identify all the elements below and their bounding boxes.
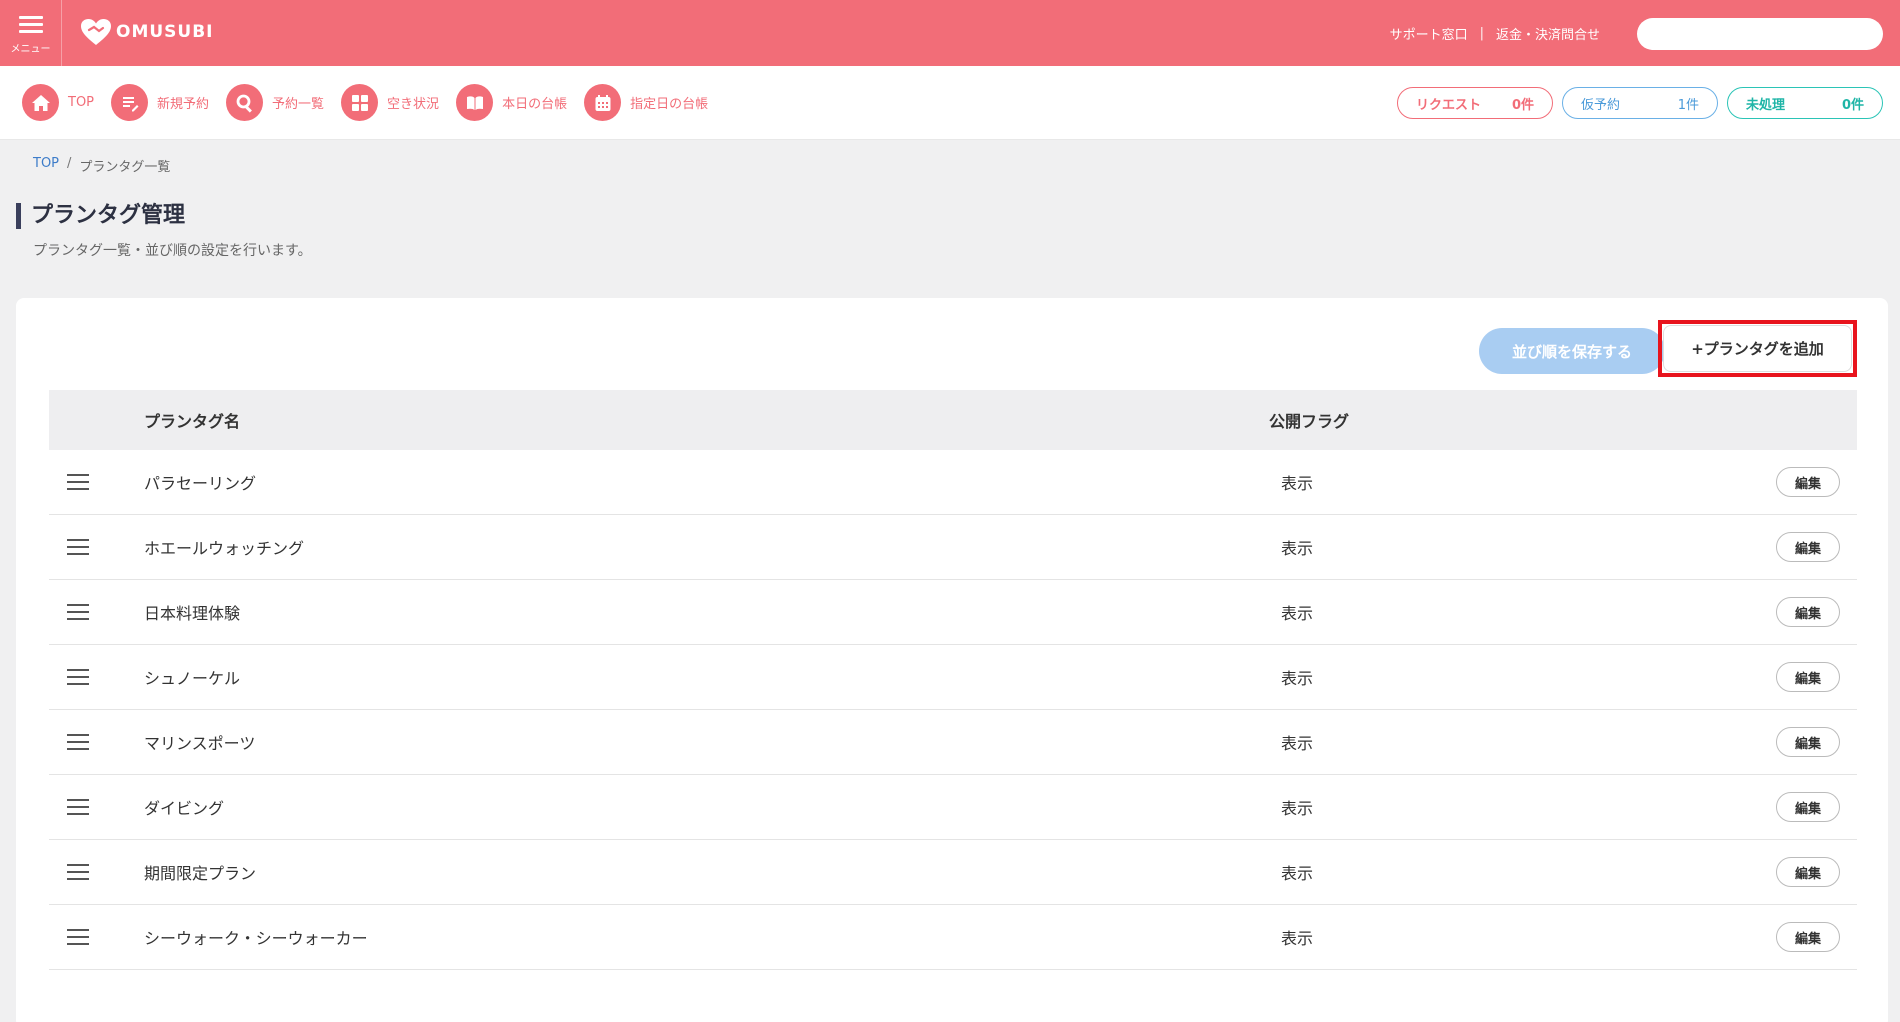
home-icon [22, 84, 59, 121]
refund-inquiry-link[interactable]: 返金・決済問合せ [1496, 24, 1600, 43]
nav-label-top: TOP [68, 95, 95, 110]
menu-button[interactable]: メニュー [0, 0, 62, 66]
unprocessed-label: 未処理 [1746, 97, 1786, 113]
hamburger-icon [18, 12, 43, 37]
nav-label-new-reservation: 新規予約 [157, 97, 210, 112]
page-title: プランタグ管理 [16, 203, 185, 229]
top-links: サポート窓口 | 返金・決済問合せ [1390, 24, 1600, 43]
tag-name-cell: 日本料理体験 [144, 604, 241, 623]
search-icon [226, 84, 264, 121]
nav-item-availability[interactable]: 空き状況 [341, 84, 439, 121]
edit-icon [111, 84, 149, 121]
table-row: 日本料理体験 表示 編集 [49, 580, 1857, 645]
breadcrumb-current: プランタグ一覧 [79, 160, 171, 175]
edit-button[interactable]: 編集 [1776, 532, 1840, 562]
nav-label-availability: 空き状況 [387, 97, 440, 112]
tag-name-cell: シュノーケル [144, 669, 241, 688]
drag-handle-icon[interactable] [67, 859, 89, 885]
logo[interactable]: OMUSUBI [80, 18, 214, 46]
drag-handle-icon[interactable] [67, 599, 89, 625]
nav-label-reservation-list: 予約一覧 [272, 97, 325, 112]
public-flag-cell: 表示 [1281, 799, 1314, 818]
breadcrumb-top-link[interactable]: TOP [33, 156, 59, 175]
public-flag-cell: 表示 [1281, 539, 1314, 558]
drag-handle-icon[interactable] [67, 469, 89, 495]
plan-tag-table: プランタグ名 公開フラグ パラセーリング 表示 編集 ホエールウォッチング 表示 編集 日本… [49, 390, 1857, 970]
drag-handle-icon[interactable] [67, 924, 89, 950]
menu-label: メニュー [10, 43, 51, 55]
support-link[interactable]: サポート窓口 [1390, 24, 1468, 43]
temp-reservation-count: 1件 [1677, 97, 1699, 113]
breadcrumb: TOP / プランタグ一覧 [33, 156, 170, 175]
unprocessed-pill[interactable]: 未処理 0件 [1727, 87, 1883, 119]
drag-handle-icon[interactable] [67, 794, 89, 820]
public-flag-cell: 表示 [1281, 734, 1314, 753]
header-tag-name: プランタグ名 [144, 412, 241, 431]
edit-button[interactable]: 編集 [1776, 792, 1840, 822]
table-row: ダイビング 表示 編集 [49, 775, 1857, 840]
tag-name-cell: ダイビング [144, 799, 225, 818]
table-row: シュノーケル 表示 編集 [49, 645, 1857, 710]
nav-item-today-ledger[interactable]: 本日の台帳 [456, 84, 567, 121]
breadcrumb-separator: / [67, 156, 72, 171]
nav-label-today-ledger: 本日の台帳 [502, 97, 568, 112]
grid-icon [341, 84, 379, 121]
drag-handle-icon[interactable] [67, 729, 89, 755]
table-row: パラセーリング 表示 編集 [49, 450, 1857, 515]
public-flag-cell: 表示 [1281, 864, 1314, 883]
tag-name-cell: ホエールウォッチング [144, 539, 305, 558]
table-row: シーウォーク・シーウォーカー 表示 編集 [49, 905, 1857, 970]
public-flag-cell: 表示 [1281, 474, 1314, 493]
tag-name-cell: マリンスポーツ [144, 734, 256, 753]
temp-reservation-label: 仮予約 [1581, 97, 1621, 113]
nav-item-date-ledger[interactable]: 指定日の台帳 [584, 84, 708, 121]
edit-button[interactable]: 編集 [1776, 922, 1840, 952]
edit-button[interactable]: 編集 [1776, 467, 1840, 497]
save-order-button[interactable]: 並び順を保存する [1479, 328, 1665, 374]
nav-item-reservation-list[interactable]: 予約一覧 [226, 84, 324, 121]
logo-text: OMUSUBI [116, 22, 214, 42]
table-row: マリンスポーツ 表示 編集 [49, 710, 1857, 775]
nav-item-new-reservation[interactable]: 新規予約 [111, 84, 209, 121]
edit-button[interactable]: 編集 [1776, 662, 1840, 692]
drag-handle-icon[interactable] [67, 534, 89, 560]
nav-label-date-ledger: 指定日の台帳 [630, 97, 709, 112]
calendar-icon [584, 84, 622, 121]
request-status-pill[interactable]: リクエスト 0件 [1397, 87, 1553, 119]
header-search-input[interactable] [1637, 18, 1883, 50]
nav-item-top[interactable]: TOP [22, 84, 94, 121]
edit-button[interactable]: 編集 [1776, 597, 1840, 627]
book-icon [456, 84, 494, 121]
request-label: リクエスト [1416, 97, 1482, 113]
page-description: プランタグ一覧・並び順の設定を行います。 [33, 243, 312, 259]
tag-name-cell: パラセーリング [144, 474, 257, 493]
top-header: メニュー OMUSUBI サポート窓口 | 返金・決済問合せ [0, 0, 1900, 66]
request-count: 0件 [1511, 97, 1534, 113]
temp-reservation-pill[interactable]: 仮予約 1件 [1562, 87, 1718, 119]
header-public-flag: 公開フラグ [1269, 412, 1350, 431]
content-card: 並び順を保存する +プランタグを追加 プランタグ名 公開フラグ パラセーリング表… [16, 298, 1888, 1022]
edit-button[interactable]: 編集 [1776, 727, 1840, 757]
tag-name-cell: シーウォーク・シーウォーカー [144, 929, 368, 948]
public-flag-cell: 表示 [1281, 929, 1314, 948]
link-separator: | [1479, 26, 1484, 41]
tag-name-cell: 期間限定プラン [144, 864, 257, 883]
drag-handle-icon[interactable] [67, 664, 89, 690]
public-flag-cell: 表示 [1281, 604, 1314, 623]
add-plan-tag-button[interactable]: +プランタグを追加 [1663, 325, 1852, 372]
heart-logo-icon [81, 19, 111, 45]
table-header: プランタグ名 公開フラグ [49, 390, 1857, 450]
unprocessed-count: 0件 [1841, 97, 1864, 113]
table-row: 期間限定プラン 表示 編集 [49, 840, 1857, 905]
public-flag-cell: 表示 [1281, 669, 1314, 688]
edit-button[interactable]: 編集 [1776, 857, 1840, 887]
nav-bar: TOP 新規予約 予約一覧 空き状況 本日の台帳 指定日の台帳 リクエスト 0件… [0, 66, 1900, 140]
table-row: ホエールウォッチング 表示 編集 [49, 515, 1857, 580]
